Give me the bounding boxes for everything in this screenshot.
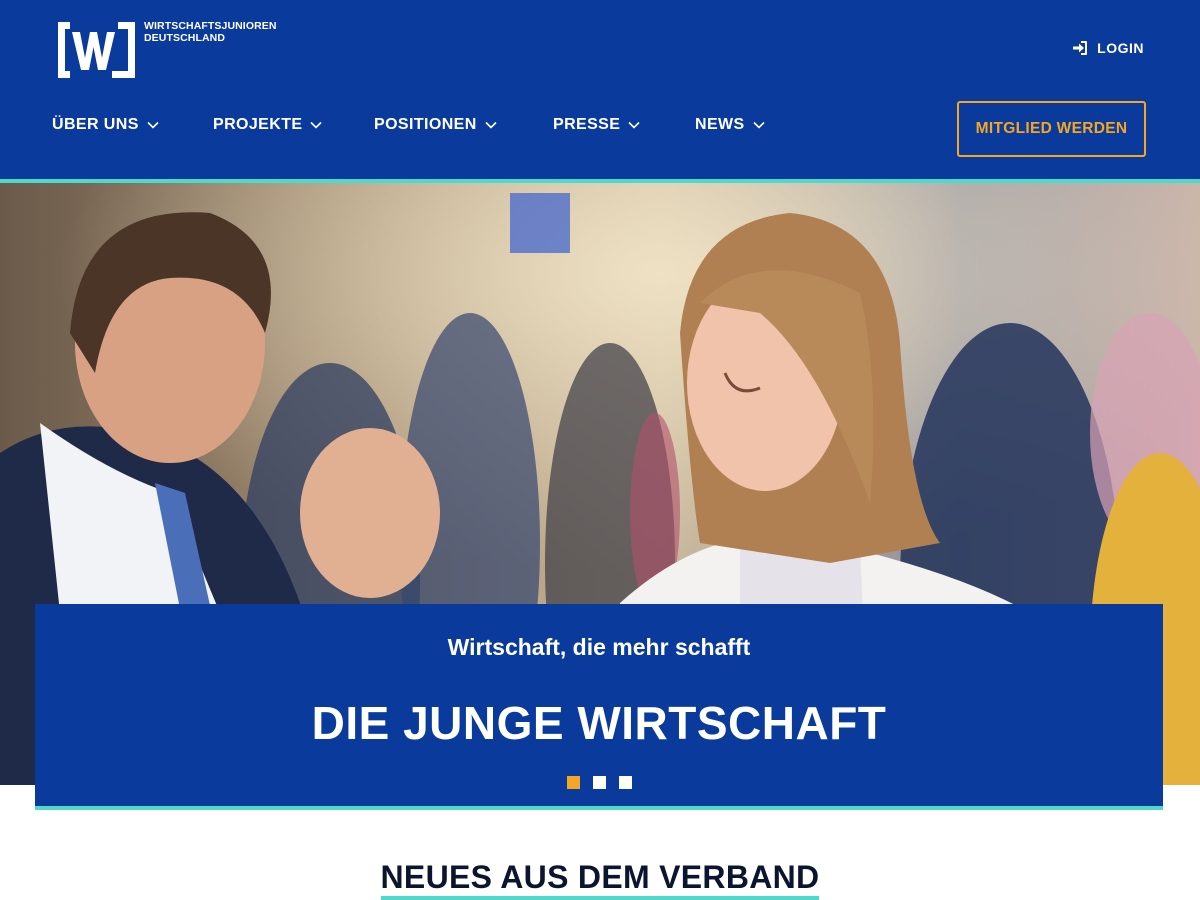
section-title: NEUES AUS DEM VERBAND (380, 858, 820, 900)
slider-dot-3[interactable] (618, 776, 632, 789)
login-link[interactable]: LOGIN (1072, 40, 1144, 56)
chevron-down-icon (147, 121, 159, 129)
hero-caption-box: Wirtschaft, die mehr schafft DIE JUNGE W… (35, 604, 1163, 806)
logo-line-1: WIRTSCHAFTSJUNIOREN (144, 20, 277, 32)
sign-in-icon (1073, 41, 1088, 55)
nav-item-news[interactable]: NEWS (695, 116, 765, 134)
slider-dot-2[interactable] (592, 776, 606, 789)
chevron-down-icon (485, 121, 497, 129)
nav-item-label: POSITIONEN (374, 116, 477, 133)
news-section-heading: NEUES AUS DEM VERBAND (0, 858, 1200, 900)
wj-logo-icon (58, 22, 135, 78)
slider-dots (35, 776, 1163, 789)
chevron-down-icon (753, 121, 765, 129)
hero-subtitle: Wirtschaft, die mehr schafft (447, 634, 751, 660)
nav-item-label: ÜBER UNS (52, 116, 139, 133)
login-label: LOGIN (1097, 40, 1144, 56)
nav-item-ueber-uns[interactable]: ÜBER UNS (52, 116, 213, 134)
site-header: WIRTSCHAFTSJUNIOREN DEUTSCHLAND LOGIN ÜB… (0, 0, 1200, 180)
nav-item-label: PRESSE (553, 116, 621, 133)
site-logo[interactable]: WIRTSCHAFTSJUNIOREN DEUTSCHLAND (56, 20, 277, 80)
nav-item-label: PROJEKTE (213, 116, 303, 133)
nav-item-projekte[interactable]: PROJEKTE (213, 116, 374, 134)
chevron-down-icon (628, 121, 640, 129)
nav-item-label: NEWS (695, 116, 745, 133)
logo-wordmark: WIRTSCHAFTSJUNIOREN DEUTSCHLAND (144, 20, 277, 44)
main-nav: ÜBER UNS PROJEKTE POSITIONEN PRESSE NEWS (52, 116, 765, 134)
nav-item-positionen[interactable]: POSITIONEN (374, 116, 553, 134)
chevron-down-icon (310, 121, 323, 129)
become-member-button[interactable]: MITGLIED WERDEN (957, 101, 1146, 157)
slider-dot-1[interactable] (566, 776, 580, 789)
logo-line-2: DEUTSCHLAND (144, 32, 226, 44)
hero-title: DIE JUNGE WIRTSCHAFT (311, 697, 887, 749)
nav-item-presse[interactable]: PRESSE (553, 116, 695, 134)
hero-accent-line (35, 806, 1163, 810)
